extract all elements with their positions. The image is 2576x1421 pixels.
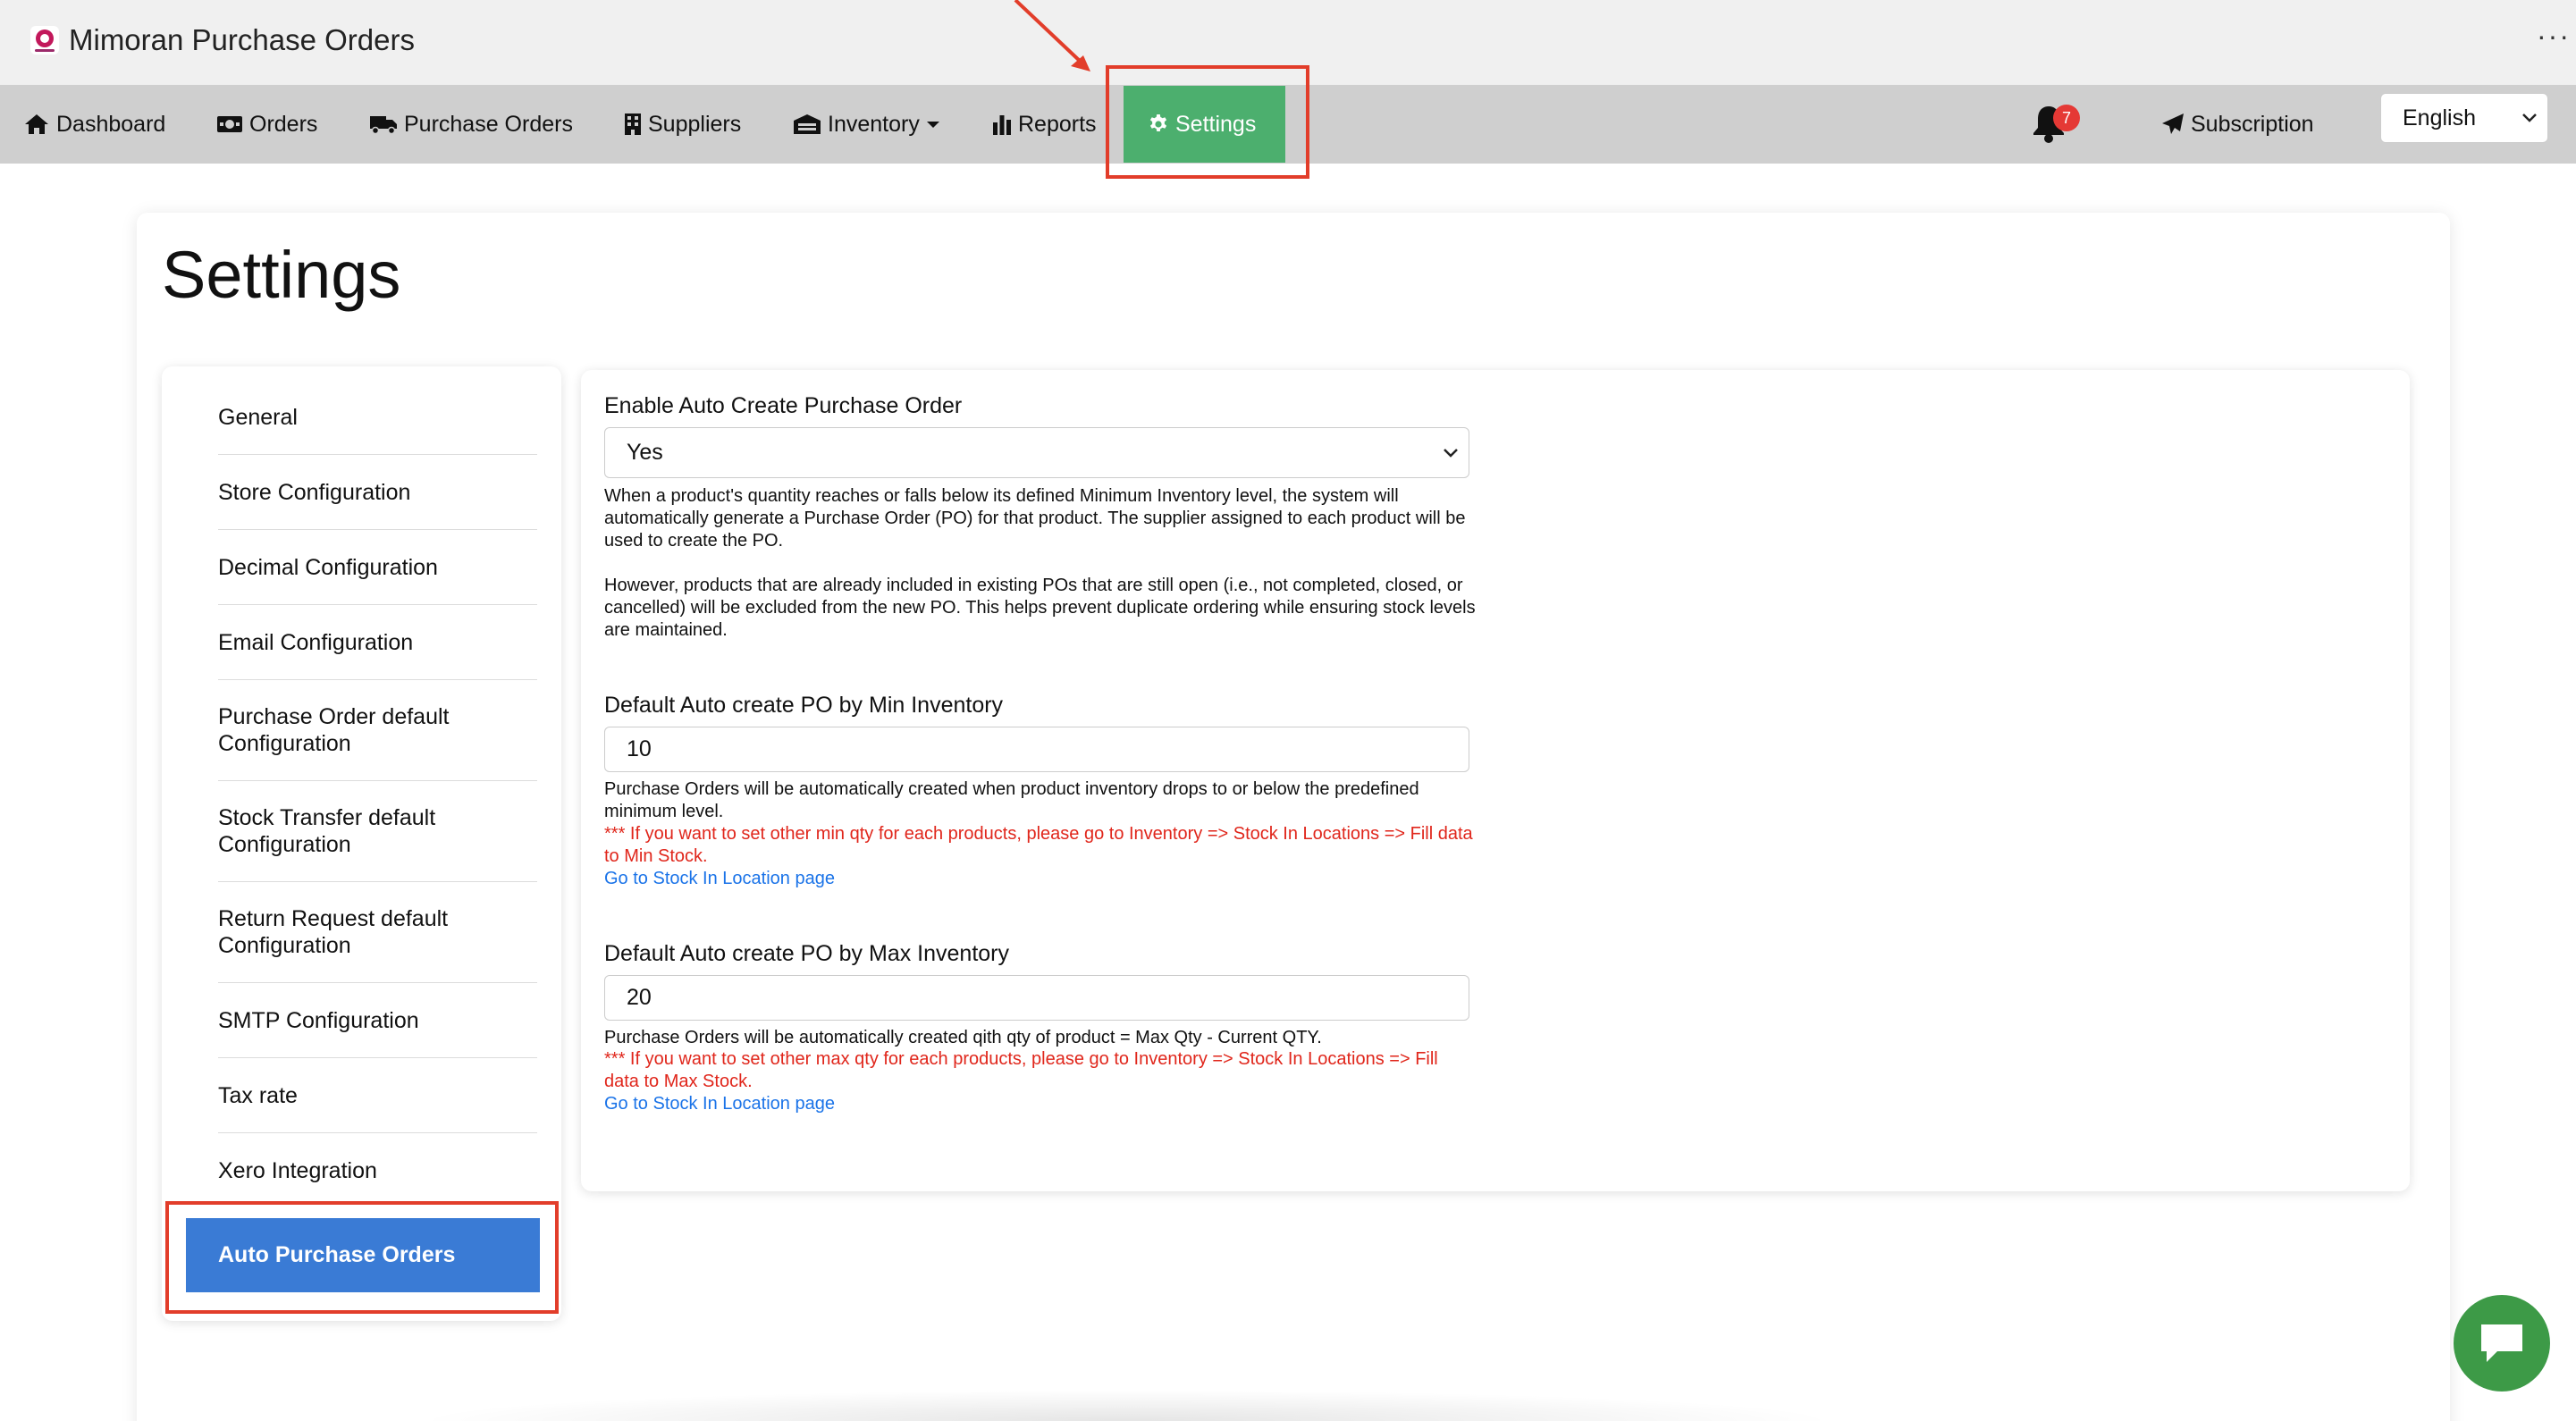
nav-settings[interactable]: Settings [1124, 86, 1285, 163]
min-inventory-warning: *** If you want to set other min qty for… [604, 824, 1473, 866]
main-navbar: Dashboard Orders Purchase Orders Supplie… [0, 85, 2576, 164]
min-inventory-value: 10 [627, 736, 652, 761]
enable-auto-po-value: Yes [627, 440, 663, 465]
building-icon [625, 114, 641, 135]
chat-button[interactable] [2454, 1295, 2550, 1392]
max-inventory-label: Default Auto create PO by Max Inventory [604, 941, 1010, 966]
nav-subscription[interactable]: Subscription [2161, 85, 2314, 164]
nav-dashboard[interactable]: Dashboard [23, 85, 165, 164]
sidebar-item-purchase-order-default-configuration[interactable]: Purchase Order default Configuration [218, 680, 537, 781]
nav-settings-label: Settings [1175, 111, 1257, 137]
sidebar-item-return-request-default-configuration[interactable]: Return Request default Configuration [218, 882, 537, 983]
title-bar: Mimoran Purchase Orders ··· [0, 0, 2576, 85]
app-title: Mimoran Purchase Orders [69, 23, 415, 56]
language-select-value: English [2403, 105, 2476, 130]
chevron-down-icon [2522, 114, 2537, 122]
gear-icon [1149, 114, 1167, 131]
money-bill-icon [217, 116, 242, 132]
nav-inventory-label: Inventory [828, 111, 920, 137]
nav-inventory[interactable]: Inventory [793, 85, 947, 164]
nav-dashboard-label: Dashboard [56, 111, 166, 137]
sidebar-item-smtp-configuration[interactable]: SMTP Configuration [218, 983, 537, 1058]
truck-icon [370, 116, 397, 135]
sidebar-item-xero-integration[interactable]: Xero Integration [218, 1133, 537, 1208]
annotation-arrow-icon [1014, 0, 1090, 71]
sidebar-item-email-configuration[interactable]: Email Configuration [218, 605, 537, 680]
sidebar-item-store-configuration[interactable]: Store Configuration [218, 455, 537, 530]
enable-auto-po-select[interactable]: Yes [604, 427, 1469, 478]
page-title: Settings [162, 238, 401, 312]
chat-bubble-icon [2481, 1324, 2522, 1362]
max-inventory-stock-location-link[interactable]: Go to Stock In Location page [604, 1093, 835, 1115]
enable-auto-po-help-1: When a product's quantity reaches or fal… [604, 486, 1466, 551]
paper-plane-icon [2162, 114, 2184, 134]
max-inventory-help: Purchase Orders will be automatically cr… [604, 1028, 1322, 1047]
enable-auto-po-label: Enable Auto Create Purchase Order [604, 393, 963, 418]
max-inventory-warning: *** If you want to set other max qty for… [604, 1049, 1438, 1091]
warehouse-icon [794, 114, 821, 134]
settings-sidebar: General Store Configuration Decimal Conf… [162, 366, 561, 1321]
min-inventory-help: Purchase Orders will be automatically cr… [604, 779, 1419, 821]
nav-orders[interactable]: Orders [216, 85, 317, 164]
chevron-down-icon [1444, 449, 1458, 458]
max-inventory-value: 20 [627, 985, 652, 1010]
enable-auto-po-help-2: However, products that are already inclu… [604, 576, 1476, 640]
min-inventory-label: Default Auto create PO by Min Inventory [604, 693, 1004, 718]
sidebar-item-stock-transfer-default-configuration[interactable]: Stock Transfer default Configuration [218, 781, 537, 882]
notification-badge: 7 [2053, 105, 2080, 131]
nav-suppliers-label: Suppliers [648, 111, 742, 137]
nav-subscription-label: Subscription [2191, 111, 2314, 137]
nav-reports-label: Reports [1018, 111, 1097, 137]
nav-reports[interactable]: Reports [992, 85, 1097, 164]
nav-orders-label: Orders [249, 111, 318, 137]
app-logo-icon [30, 26, 59, 55]
min-inventory-stock-location-link[interactable]: Go to Stock In Location page [604, 868, 835, 890]
sidebar-item-tax-rate[interactable]: Tax rate [218, 1058, 537, 1133]
more-options-icon[interactable]: ··· [2537, 20, 2571, 53]
sidebar-item-decimal-configuration[interactable]: Decimal Configuration [218, 530, 537, 605]
home-icon [25, 114, 48, 134]
language-select[interactable]: English [2380, 93, 2548, 143]
min-inventory-input[interactable]: 10 [604, 727, 1469, 772]
nav-purchase-orders[interactable]: Purchase Orders [369, 85, 573, 164]
sidebar-item-auto-purchase-orders[interactable]: Auto Purchase Orders [186, 1218, 540, 1292]
caret-down-icon [926, 122, 939, 128]
nav-purchase-orders-label: Purchase Orders [404, 111, 573, 137]
sidebar-item-general[interactable]: General [218, 380, 537, 455]
max-inventory-input[interactable]: 20 [604, 975, 1469, 1021]
nav-suppliers[interactable]: Suppliers [624, 85, 741, 164]
bar-chart-icon [993, 115, 1011, 135]
